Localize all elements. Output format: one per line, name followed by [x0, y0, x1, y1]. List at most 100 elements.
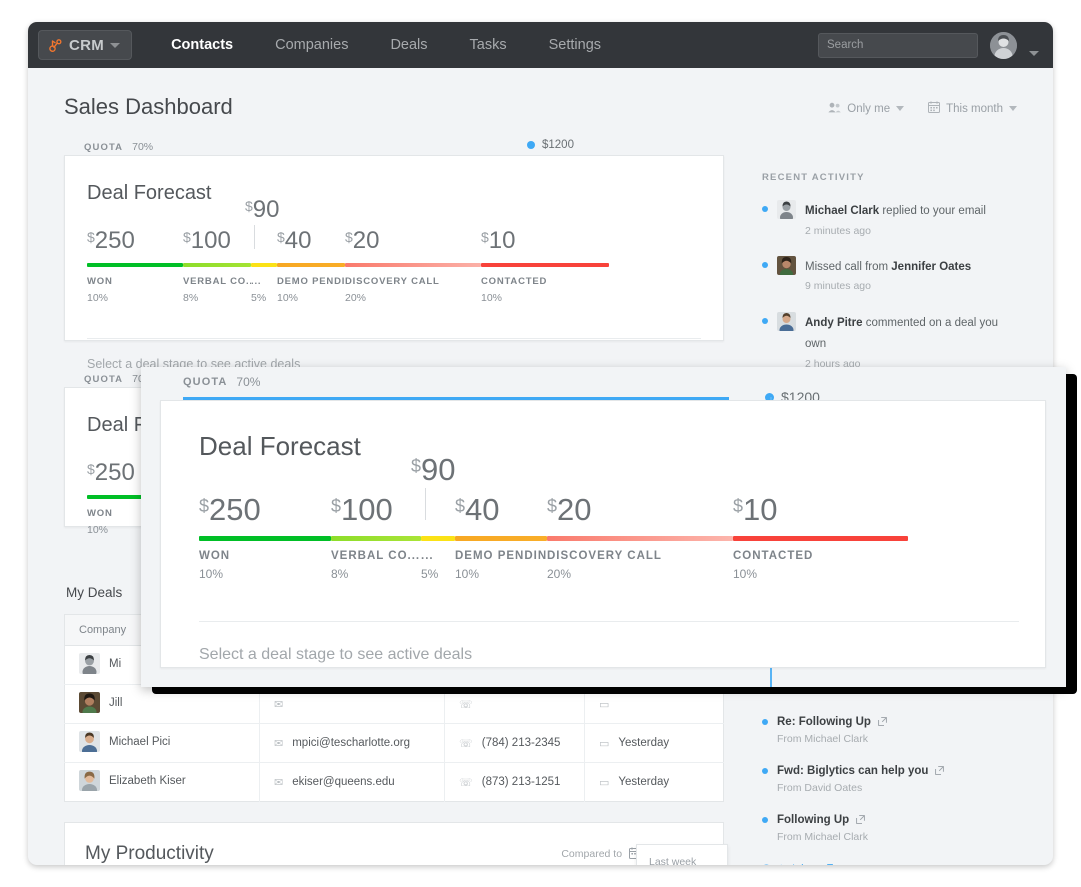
stage-bar — [87, 263, 183, 267]
email-value: ekiser@queens.edu — [292, 776, 394, 788]
inbox-item[interactable]: Fwd: Biglytics can help you From David O… — [762, 761, 1017, 794]
table-row[interactable]: Michael Pici ✉mpici@tescharlotte.org ☏(7… — [65, 724, 724, 763]
target-marker: $1200 — [527, 139, 574, 151]
stage-name: CONTACTED — [733, 550, 908, 562]
inbox-item[interactable]: Re: Following Up From Michael Clark — [762, 712, 1017, 745]
stage-won[interactable]: $250 WON 10% — [87, 227, 183, 304]
go-to-inbox-link[interactable]: Go to Inbox — [762, 863, 833, 865]
stage-percent: 10% — [455, 567, 547, 581]
nav-item-settings[interactable]: Settings — [528, 22, 622, 68]
sprocket-icon — [48, 38, 63, 53]
stage-amount: $20 — [547, 492, 733, 528]
unread-dot-icon — [762, 318, 768, 324]
tab-my-deals[interactable]: My Deals — [66, 585, 122, 608]
stage-amount-value: 20 — [353, 227, 380, 254]
card-title: Deal Forecast — [199, 431, 1019, 462]
my-productivity-card: My Productivity Compared to — [64, 822, 724, 865]
stage-contacted[interactable]: $10 CONTACTED 10% — [733, 492, 908, 581]
external-link-icon — [856, 815, 865, 826]
page-header: Sales Dashboard Only me — [64, 94, 1017, 120]
activity-action: Missed call from — [805, 261, 891, 273]
currency-symbol: $ — [345, 229, 353, 245]
stage-amount-value: 40 — [465, 492, 499, 527]
deal-forecast-widget: QUOTA 70% $1200 Deal Forecast $250 W — [64, 139, 724, 341]
stage-percent: 8% — [331, 567, 421, 581]
dropdown-option-last-week[interactable]: Last week — [637, 851, 727, 865]
target-dot-icon — [527, 141, 535, 149]
company-name: Elizabeth Kiser — [109, 775, 186, 787]
stage-bar — [331, 536, 421, 541]
unread-dot-icon — [762, 719, 768, 725]
stage-amount: $90 — [411, 452, 456, 488]
stage-amount: $10 — [481, 227, 609, 255]
quota-label: QUOTA — [183, 376, 227, 388]
stage-amount-value: 250 — [95, 459, 135, 486]
stage-amount: $10 — [733, 492, 908, 528]
filter-only-me[interactable]: Only me — [828, 101, 904, 116]
mail-icon: ✉ — [274, 698, 283, 711]
stage-bar — [547, 536, 733, 541]
page-title: Sales Dashboard — [64, 94, 233, 120]
activity-item[interactable]: Michael Clark replied to your email 2 mi… — [762, 199, 1017, 238]
nav-item-deals[interactable]: Deals — [369, 22, 448, 68]
stage-demo-pending[interactable]: $40 DEMO PENDING 10% — [277, 227, 345, 304]
avatar — [777, 200, 796, 219]
calendar-icon: ▭ — [599, 776, 609, 789]
inbox-item[interactable]: Following Up From Michael Clark — [762, 810, 1017, 843]
stage-name: DEMO PENDING — [455, 550, 547, 562]
inbox-subject: Fwd: Biglytics can help you — [777, 765, 928, 777]
nav-item-contacts[interactable]: Contacts — [150, 22, 254, 68]
nav-item-companies[interactable]: Companies — [254, 22, 369, 68]
stage-bar — [481, 263, 609, 267]
unread-dot-icon — [762, 768, 768, 774]
phone-value: (784) 213-2345 — [482, 737, 561, 749]
company-name: Jill — [109, 697, 122, 709]
deal-forecast-modal: QUOTA 70% $1200 Deal Forecast $250 WON 1… — [141, 367, 1066, 687]
stage-amount: $20 — [345, 227, 481, 255]
stage-bar — [421, 536, 455, 541]
cell-company: Elizabeth Kiser — [65, 763, 260, 802]
stage-amount: $40 — [277, 227, 345, 255]
currency-symbol: $ — [481, 229, 489, 245]
inbox-sender: From Michael Clark — [777, 831, 868, 843]
currency-symbol: $ — [455, 496, 465, 516]
stage-discovery-call[interactable]: $20 DISCOVERY CALL 20% — [345, 227, 481, 304]
account-menu-chevron-icon[interactable] — [1029, 51, 1039, 56]
stage-bar — [251, 263, 277, 267]
stage-verbal-commitment[interactable]: $100 VERBAL CO... 8% — [183, 227, 251, 304]
nav-item-tasks[interactable]: Tasks — [449, 22, 528, 68]
avatar[interactable] — [990, 32, 1017, 59]
filter-this-month[interactable]: This month — [928, 101, 1017, 116]
go-to-inbox-label: Go to Inbox — [762, 863, 819, 865]
card-title: Deal Forecast — [87, 182, 701, 205]
deal-forecast-card: Deal Forecast $250 WON 10% $100 VERBAL C… — [64, 155, 724, 341]
stage-discovery-call[interactable]: $20 DISCOVERY CALL 20% — [547, 492, 733, 581]
stage-verbal-commitment[interactable]: $100 VERBAL CO... 8% — [331, 492, 421, 581]
inbox-subject: Following Up — [777, 814, 849, 826]
nav-items: Contacts Companies Deals Tasks Settings — [150, 22, 622, 68]
stage-percent: 20% — [345, 292, 481, 304]
stage-contacted[interactable]: $10 CONTACTED 10% — [481, 227, 609, 304]
stage-amount-value: 250 — [95, 227, 135, 254]
stage-amount-value: 100 — [341, 492, 393, 527]
stage-name: DEMO PENDING — [277, 276, 345, 287]
stage-amount: $40 — [455, 492, 547, 528]
stage-percent: 8% — [183, 292, 251, 304]
stage-amount: $100 — [331, 492, 421, 528]
stage-bar — [345, 263, 481, 267]
avatar — [79, 692, 100, 713]
activity-item[interactable]: Andy Pitre commented on a deal you own 2… — [762, 311, 1017, 371]
stage-other[interactable]: $90 ... 5% — [251, 227, 277, 304]
crm-logo-menu[interactable]: CRM — [38, 30, 132, 60]
people-icon — [828, 102, 841, 116]
last-contacted-value: Yesterday — [618, 776, 669, 788]
stage-other[interactable]: $90 ... 5% — [421, 492, 455, 581]
activity-item[interactable]: Missed call from Jennifer Oates 9 minute… — [762, 255, 1017, 294]
cell-phone: ☏(784) 213-2345 — [445, 724, 585, 763]
stage-won[interactable]: $250 WON 10% — [199, 492, 331, 581]
activity-person: Michael Clark — [805, 205, 879, 217]
table-row[interactable]: Elizabeth Kiser ✉ekiser@queens.edu ☏(873… — [65, 763, 724, 802]
currency-symbol: $ — [733, 496, 743, 516]
search-input[interactable]: Search — [818, 33, 978, 58]
stage-demo-pending[interactable]: $40 DEMO PENDING 10% — [455, 492, 547, 581]
